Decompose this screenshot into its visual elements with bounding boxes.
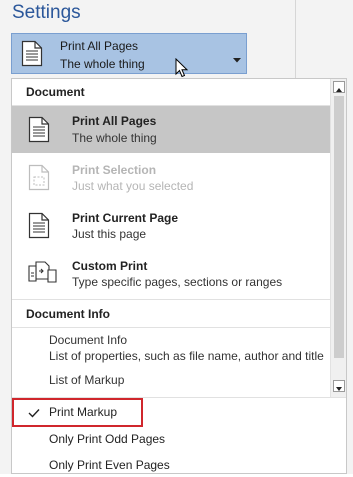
chevron-down-icon (233, 50, 241, 68)
dropdown-subtitle: The whole thing (60, 57, 145, 71)
menu-item-label: Print All Pages (72, 114, 157, 128)
menu-item-label: Document Info (49, 333, 128, 347)
section-title-document: Document (26, 85, 85, 99)
dropdown-title: Print All Pages (60, 39, 139, 53)
menu-item-description: Just this page (72, 227, 147, 241)
page-icon (28, 116, 50, 148)
print-range-dropdown[interactable]: Print All Pages The whole thing (11, 33, 247, 74)
menu-item-label: Custom Print (72, 259, 148, 273)
chevron-up-icon (336, 88, 342, 92)
separator (12, 327, 330, 328)
menu-item-label: Print Selection (72, 163, 157, 177)
selection-page-icon (28, 164, 50, 196)
separator (12, 299, 330, 300)
menu-item-list-of-markup[interactable]: List of Markup (12, 369, 330, 397)
menu-item-label: Only Print Even Pages (49, 458, 170, 472)
scrollbar-thumb[interactable] (334, 96, 344, 358)
scroll-up-button[interactable] (333, 81, 345, 93)
annotation-highlight-box (12, 398, 143, 427)
menu-item-description: Type specific pages, sections or ranges (72, 275, 283, 289)
menu-item-label: List of Markup (49, 373, 125, 387)
scroll-down-button[interactable] (333, 380, 345, 392)
menu-item-label: Only Print Odd Pages (49, 432, 166, 446)
menu-item-print-all-pages[interactable]: Print All Pages The whole thing (12, 106, 330, 153)
menu-item-print-current-page[interactable]: Print Current Page Just this page (12, 203, 330, 249)
menu-item-custom-print[interactable]: Custom Print Type specific pages, sectio… (12, 251, 330, 297)
menu-item-description: Just what you selected (72, 179, 194, 193)
print-range-menu: Document Print All Pages The whole thing (11, 78, 347, 474)
settings-heading: Settings (12, 2, 81, 23)
menu-item-description: The whole thing (72, 131, 157, 145)
menu-item-document-info[interactable]: Document Info List of properties, such a… (12, 329, 330, 367)
menu-item-description: List of properties, such as file name, a… (49, 349, 324, 363)
panel-divider (295, 0, 296, 80)
menu-item-label: Print Current Page (72, 211, 179, 225)
page-icon (28, 212, 50, 244)
menu-item-print-selection[interactable]: Print Selection Just what you selected (12, 155, 330, 201)
chevron-down-icon (336, 387, 342, 391)
custom-print-icon (28, 261, 58, 288)
menu-item-only-print-odd-pages[interactable]: Only Print Odd Pages (12, 429, 346, 453)
page-icon (21, 40, 43, 72)
menu-scrollbar[interactable] (330, 79, 346, 397)
menu-scroll-area: Document Print All Pages The whole thing (12, 79, 330, 397)
section-title-document-info: Document Info (26, 307, 110, 321)
